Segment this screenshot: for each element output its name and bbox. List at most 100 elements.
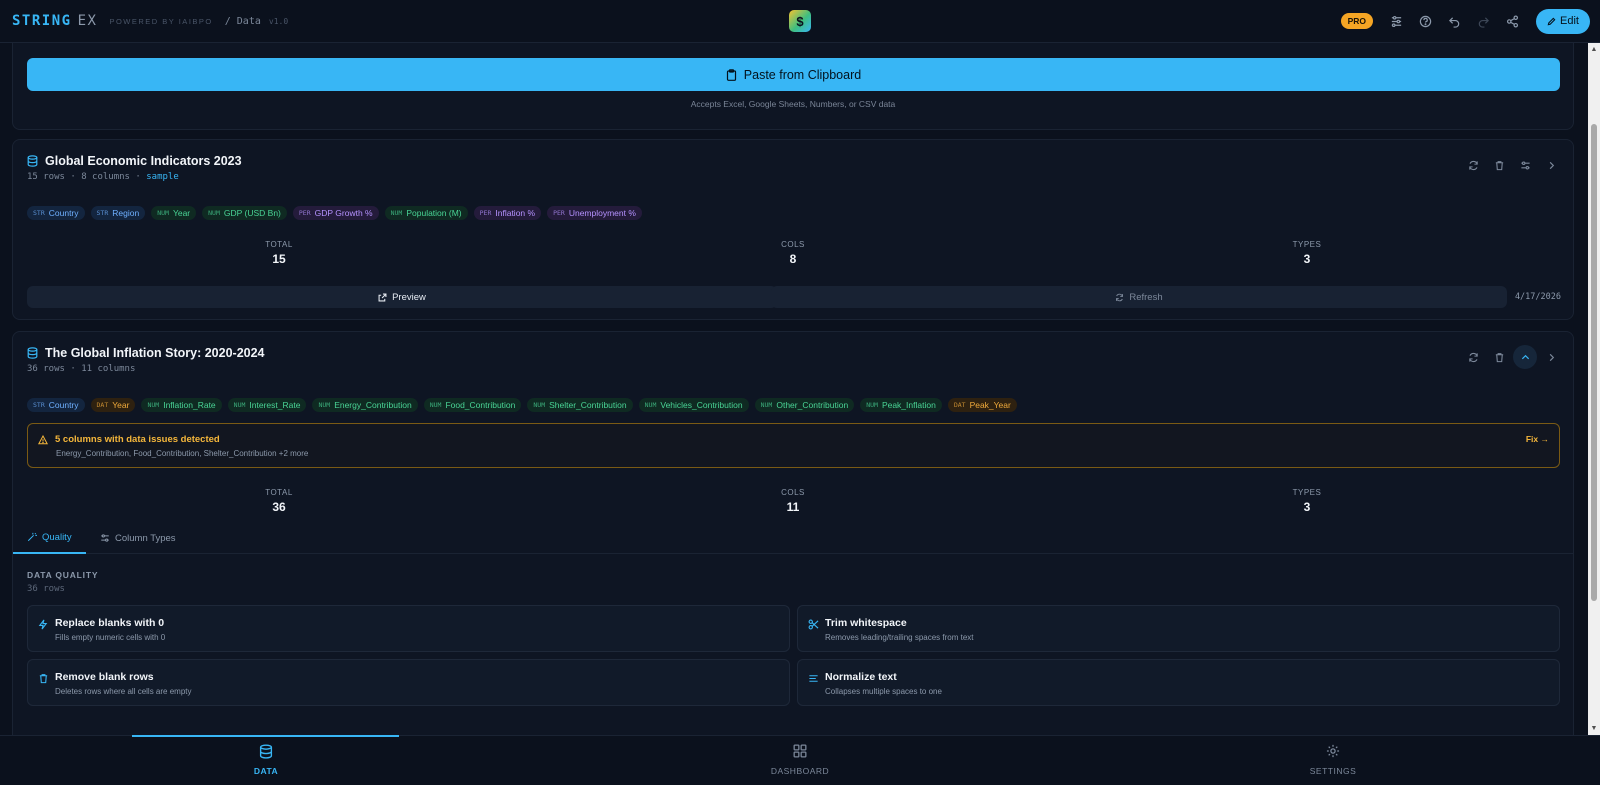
normalize-text-action[interactable]: Normalize text Collapses multiple spaces…: [797, 659, 1560, 706]
powered-by-label: POWERED BY IAIBPO: [109, 16, 213, 26]
data-issues-alert: 5 columns with data issues detected Ener…: [27, 423, 1560, 468]
column-chip[interactable]: PER GDP Growth %: [292, 206, 379, 220]
stat-cols: COLS 11: [781, 488, 805, 514]
pencil-icon: [1547, 17, 1556, 25]
paste-card: Paste from Clipboard Accepts Excel, Goog…: [12, 43, 1574, 130]
pro-badge[interactable]: PRO: [1340, 13, 1373, 29]
stat-total: TOTAL 15: [265, 240, 293, 266]
refresh-icon[interactable]: [1461, 345, 1485, 369]
column-chip[interactable]: PER Inflation %: [473, 206, 542, 220]
column-chip[interactable]: NUM GDP (USD Bn): [202, 206, 287, 220]
tab-quality[interactable]: Quality: [13, 522, 86, 554]
column-chip[interactable]: NUM Other_Contribution: [754, 398, 855, 412]
chevron-up-icon[interactable]: [1513, 345, 1537, 369]
breadcrumb: / Data: [224, 15, 261, 27]
warning-icon: [38, 434, 48, 444]
data-quality-rows: 36 rows: [27, 584, 65, 594]
dataset-card: Global Economic Indicators 2023 15 rows …: [12, 139, 1574, 320]
column-chip[interactable]: STR Country: [27, 398, 85, 412]
transform-icon[interactable]: [1513, 153, 1537, 177]
column-chips: STR Country STR Region NUM Year NUM GDP (USD…: [27, 206, 642, 220]
redo-icon[interactable]: [1469, 7, 1498, 35]
bottom-nav: DATA DASHBOARD SETTINGS: [0, 735, 1600, 785]
column-chip[interactable]: NUM Interest_Rate: [227, 398, 307, 412]
database-icon: [186, 744, 346, 762]
column-chip[interactable]: NUM Shelter_Contribution: [527, 398, 633, 412]
clipboard-icon: [726, 68, 736, 81]
stat-types: TYPES 3: [1292, 488, 1322, 514]
help-icon[interactable]: [1411, 7, 1440, 35]
remove-blank-rows-action[interactable]: Remove blank rows Deletes rows where all…: [27, 659, 790, 706]
dataset-card: The Global Inflation Story: 2020-2024 36…: [12, 331, 1574, 735]
column-chip[interactable]: DAT Year: [90, 398, 136, 412]
column-chip[interactable]: STR Country: [27, 206, 85, 220]
column-chip[interactable]: NUM Food_Contribution: [423, 398, 522, 412]
dataset-tabs: Quality Column Types: [13, 522, 1573, 554]
chevron-right-icon[interactable]: [1539, 153, 1563, 177]
sliders-icon[interactable]: [1382, 7, 1411, 35]
dataset-title[interactable]: The Global Inflation Story: 2020-2024: [27, 346, 265, 360]
align-icon: [808, 671, 819, 689]
zap-icon: [38, 617, 48, 635]
top-bar: STRING EX POWERED BY IAIBPO / Data v1.0 $…: [0, 0, 1600, 43]
share-icon[interactable]: [1498, 7, 1527, 35]
gear-icon: [1253, 744, 1413, 762]
stat-cols: COLS 8: [781, 240, 805, 266]
column-chips: STR Country DAT Year NUM Inflation_Rate NUM…: [27, 398, 1017, 412]
app-logo-icon[interactable]: $: [789, 10, 811, 32]
refresh-icon[interactable]: [1461, 153, 1485, 177]
column-chip[interactable]: NUM Energy_Contribution: [312, 398, 418, 412]
paste-from-clipboard-button[interactable]: Paste from Clipboard: [27, 58, 1560, 91]
scroll-up-arrow[interactable]: ▲: [1590, 46, 1598, 53]
brand-logo-text[interactable]: STRING EX: [12, 13, 97, 29]
trim-whitespace-action[interactable]: Trim whitespace Removes leading/trailing…: [797, 605, 1560, 652]
data-quality-label: DATA QUALITY: [27, 570, 99, 580]
dataset-title[interactable]: Global Economic Indicators 2023: [27, 154, 242, 168]
external-link-icon: [378, 293, 387, 301]
column-chip[interactable]: NUM Inflation_Rate: [141, 398, 222, 412]
stat-total: TOTAL 36: [265, 488, 293, 514]
active-tab-indicator: [132, 735, 399, 737]
preview-button[interactable]: Preview: [27, 286, 777, 308]
wand-icon: [27, 532, 37, 542]
chevron-right-icon[interactable]: [1539, 345, 1563, 369]
column-chip[interactable]: DAT Peak_Year: [947, 398, 1017, 412]
column-chip[interactable]: NUM Peak_Inflation: [860, 398, 942, 412]
refresh-icon: [1116, 293, 1124, 301]
trash-icon: [38, 671, 49, 689]
paste-hint: Accepts Excel, Google Sheets, Numbers, o…: [690, 99, 896, 109]
column-chip[interactable]: PER Unemployment %: [547, 206, 642, 220]
column-chip[interactable]: STR Region: [90, 206, 146, 220]
edit-button[interactable]: Edit: [1536, 8, 1590, 34]
nav-dashboard[interactable]: DASHBOARD: [720, 744, 880, 776]
vertical-scrollbar[interactable]: ▲ ▼: [1588, 43, 1600, 735]
scroll-down-arrow[interactable]: ▼: [1590, 725, 1598, 732]
scrollbar-thumb[interactable]: [1591, 124, 1597, 601]
sample-tag: sample: [146, 172, 179, 182]
database-icon: [27, 155, 38, 167]
scissors-icon: [808, 617, 819, 635]
main-content: Paste from Clipboard Accepts Excel, Goog…: [0, 43, 1588, 735]
replace-blanks-action[interactable]: Replace blanks with 0 Fills empty numeri…: [27, 605, 790, 652]
trash-icon[interactable]: [1487, 153, 1511, 177]
database-icon: [27, 347, 38, 359]
trash-icon[interactable]: [1487, 345, 1511, 369]
nav-settings[interactable]: SETTINGS: [1253, 744, 1413, 776]
fix-link[interactable]: Fix →: [1526, 434, 1549, 444]
column-chip[interactable]: NUM Year: [151, 206, 197, 220]
issues-title: 5 columns with data issues detected: [55, 434, 220, 445]
stat-types: TYPES 3: [1292, 240, 1322, 266]
dataset-date: 4/17/2026: [1514, 292, 1561, 302]
tab-column-types[interactable]: Column Types: [86, 522, 190, 554]
column-chip[interactable]: NUM Population (M): [384, 206, 468, 220]
undo-icon[interactable]: [1440, 7, 1469, 35]
column-chip[interactable]: NUM Vehicles_Contribution: [638, 398, 749, 412]
nav-data[interactable]: DATA: [186, 744, 346, 776]
version-label: v1.0: [268, 16, 289, 26]
dataset-meta: 15 rows · 8 columns · sample: [27, 172, 179, 182]
dataset-meta: 36 rows · 11 columns: [27, 364, 136, 374]
refresh-button[interactable]: Refresh: [771, 286, 1507, 308]
sliders-icon: [101, 534, 109, 542]
grid-icon: [720, 744, 880, 762]
issues-detail: Energy_Contribution, Food_Contribution, …: [56, 449, 309, 458]
